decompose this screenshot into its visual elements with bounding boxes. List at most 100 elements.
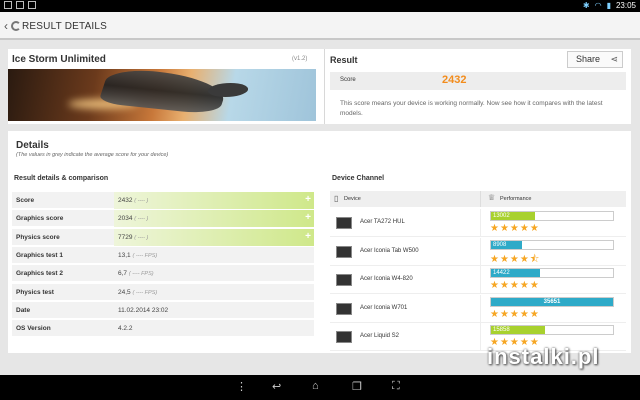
device-thumbnail bbox=[336, 274, 352, 286]
back-chevron-icon[interactable]: ‹ bbox=[4, 19, 8, 33]
bluetooth-icon: ✱ bbox=[582, 1, 590, 10]
detail-value: 7729 ( ---- ) bbox=[118, 233, 149, 241]
notification-icon bbox=[4, 1, 12, 9]
detail-value: 2432 ( ---- ) bbox=[118, 197, 149, 204]
detail-average: ( ---- FPS) bbox=[132, 252, 158, 259]
performance-bar: 8908 bbox=[490, 239, 614, 250]
screenshot-icon[interactable]: ⛶ bbox=[392, 380, 400, 393]
battery-icon: ▮ bbox=[606, 1, 611, 10]
detail-average: ( ---- ) bbox=[134, 216, 149, 223]
detail-row[interactable]: Graphics score 2034 ( ---- ) + bbox=[12, 210, 314, 228]
result-card: Ice Storm Unlimited (v1.2) Result Share … bbox=[8, 49, 631, 124]
detail-label: OS Version bbox=[16, 325, 51, 333]
performance-bar: 14422 bbox=[490, 268, 614, 278]
device-row[interactable]: Acer Iconia W701 35651 ★★★★★ bbox=[330, 294, 626, 323]
detail-average: ( ---- ) bbox=[134, 234, 149, 241]
status-bar: ✱ ◠ ▮ 23:05 bbox=[0, 0, 640, 12]
detail-value: 4.2.2 bbox=[118, 325, 133, 333]
detail-label: Graphics test 1 bbox=[16, 251, 63, 259]
device-name: Acer Iconia W4-820 bbox=[360, 276, 413, 282]
device-name: Acer TA272 HUL bbox=[360, 219, 405, 225]
share-label: Share bbox=[576, 54, 601, 64]
device-channel-heading: Device Channel bbox=[332, 175, 385, 182]
benchmark-title: Ice Storm Unlimited bbox=[12, 54, 106, 65]
action-bar: ‹ RESULT DETAILS bbox=[0, 12, 640, 40]
score-row: Score 2432 bbox=[330, 72, 626, 90]
device-row[interactable]: Acer Iconia Tab W500 8908 ★★★★⯪ bbox=[330, 237, 626, 266]
rating-stars: ★★★★★ bbox=[490, 223, 540, 234]
rating-stars: ★★★★★ bbox=[490, 308, 540, 320]
status-time: 23:05 bbox=[615, 1, 636, 10]
detail-label: Date bbox=[16, 306, 31, 314]
divider bbox=[324, 49, 325, 124]
detail-value: 11.02.2014 23:02 bbox=[118, 306, 169, 314]
detail-label: Graphics score bbox=[16, 215, 64, 223]
detail-label: Physics test bbox=[16, 288, 54, 296]
expand-plus-icon[interactable]: + bbox=[305, 212, 311, 223]
performance-score: 35651 bbox=[543, 298, 561, 305]
score-value: 2432 bbox=[442, 74, 467, 86]
detail-row: Graphics test 1 13,1 ( ---- FPS) bbox=[12, 246, 314, 264]
device-thumbnail bbox=[336, 245, 352, 258]
performance-score: 15858 bbox=[493, 327, 510, 333]
result-details-heading: Result details & comparison bbox=[14, 175, 109, 182]
expand-plus-icon[interactable]: + bbox=[305, 231, 311, 242]
detail-average: ( ---- FPS) bbox=[132, 289, 158, 296]
device-row[interactable]: Acer Iconia W4-820 14422 ★★★★★ bbox=[330, 266, 626, 294]
wifi-icon: ◠ bbox=[594, 1, 602, 10]
performance-bar: 13002 bbox=[490, 211, 614, 221]
notification-icon bbox=[28, 1, 36, 9]
performance-score: 8908 bbox=[493, 241, 507, 248]
detail-average: ( ---- FPS) bbox=[128, 271, 154, 278]
page-title: RESULT DETAILS bbox=[22, 21, 108, 32]
detail-value: 13,1 ( ---- FPS) bbox=[118, 251, 158, 259]
detail-row: Graphics test 2 6,7 ( ---- FPS) bbox=[12, 265, 314, 283]
device-name: Acer Iconia Tab W500 bbox=[360, 247, 419, 254]
detail-row: Date 11.02.2014 23:02 bbox=[12, 301, 314, 319]
detail-value: 24,5 ( ---- FPS) bbox=[118, 288, 158, 296]
app-logo-icon[interactable] bbox=[11, 21, 21, 31]
detail-row: OS Version 4.2.2 bbox=[12, 320, 314, 338]
benchmark-version: (v1.2) bbox=[292, 56, 308, 62]
expand-plus-icon[interactable]: + bbox=[305, 194, 311, 205]
device-row[interactable]: Acer TA272 HUL 13002 ★★★★★ bbox=[330, 209, 626, 237]
details-subtitle: (The values in grey indicate the average… bbox=[16, 152, 169, 158]
back-icon[interactable]: ↩ bbox=[272, 380, 281, 393]
detail-label: Graphics test 2 bbox=[16, 270, 63, 278]
watermark-text: instalki.pl bbox=[487, 344, 600, 369]
share-icon: ⋖ bbox=[610, 54, 618, 64]
device-name: Acer Iconia W701 bbox=[360, 304, 408, 311]
details-heading: Details bbox=[16, 140, 49, 151]
rating-stars: ★★★★★ bbox=[490, 280, 540, 291]
detail-label: Score bbox=[16, 197, 35, 204]
device-col-label: Device bbox=[344, 196, 361, 202]
benchmark-banner-image bbox=[8, 69, 316, 121]
detail-row: Physics test 24,5 ( ---- FPS) bbox=[12, 283, 314, 301]
menu-dots-icon[interactable]: ⋮ bbox=[236, 380, 247, 393]
notification-icon bbox=[16, 1, 24, 9]
device-table-header: ▯ Device ♕ Performance bbox=[330, 191, 626, 207]
home-icon[interactable]: ⌂ bbox=[312, 380, 319, 392]
detail-value: 2034 ( ---- ) bbox=[118, 215, 149, 223]
recent-apps-icon[interactable]: ❐ bbox=[352, 380, 362, 393]
performance-bar: 35651 bbox=[490, 296, 614, 307]
device-name: Acer Liquid S2 bbox=[360, 333, 400, 339]
score-label: Score bbox=[340, 77, 356, 83]
device-thumbnail bbox=[336, 217, 352, 229]
detail-value: 6,7 ( ---- FPS) bbox=[118, 270, 154, 278]
device-thumbnail bbox=[336, 331, 352, 343]
detail-row[interactable]: Physics score 7729 ( ---- ) + bbox=[12, 228, 314, 246]
detail-row[interactable]: Score 2432 ( ---- ) + bbox=[12, 192, 314, 209]
performance-score: 13002 bbox=[493, 213, 510, 219]
share-button[interactable]: Share ⋖ bbox=[567, 51, 623, 68]
performance-col-label: Performance bbox=[500, 196, 532, 202]
watermark: instalki.pl bbox=[481, 342, 631, 374]
details-card: Details (The values in grey indicate the… bbox=[8, 131, 631, 353]
score-description: This score means your device is working … bbox=[340, 100, 603, 117]
detail-label: Physics score bbox=[16, 233, 60, 241]
result-heading: Result bbox=[330, 55, 358, 65]
performance-score: 14422 bbox=[493, 270, 510, 276]
navigation-bar: ⋮ ↩ ⌂ ❐ ⛶ bbox=[0, 375, 640, 400]
detail-average: ( ---- ) bbox=[134, 198, 149, 204]
trophy-icon: ♕ bbox=[488, 193, 496, 202]
